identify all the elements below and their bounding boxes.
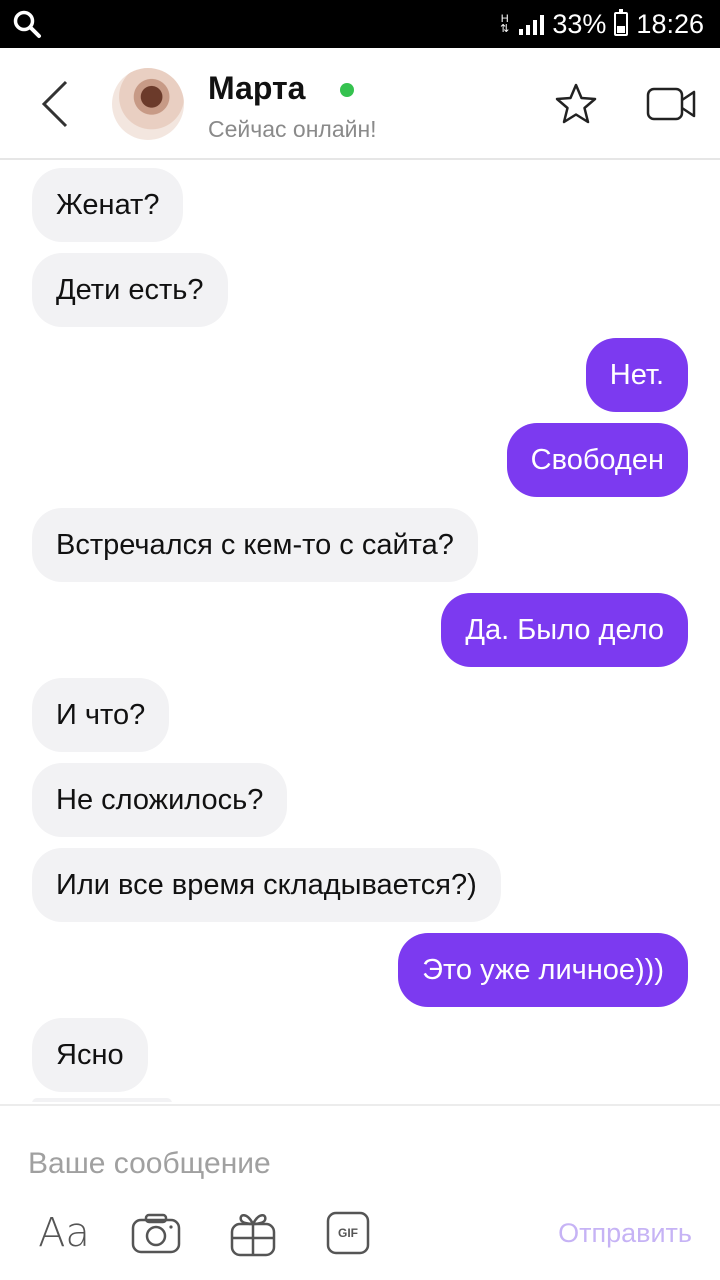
signal-icon — [519, 13, 545, 35]
contact-name[interactable]: Марта — [208, 70, 305, 107]
message-incoming-partial — [32, 1098, 172, 1102]
video-call-button[interactable] — [646, 86, 698, 122]
gif-label: GIF — [338, 1226, 358, 1240]
star-icon — [555, 83, 597, 124]
avatar[interactable] — [112, 68, 184, 140]
message-outgoing[interactable]: Свободен — [506, 423, 688, 497]
chevron-left-icon — [41, 80, 68, 128]
send-button[interactable]: Отправить — [558, 1218, 692, 1249]
message-incoming[interactable]: Встречался с кем-то с сайта? — [32, 508, 478, 582]
status-bar: H ⇅ 33% 18:26 — [0, 0, 720, 48]
message-incoming[interactable]: Не сложилось? — [32, 763, 288, 837]
contact-status: Сейчас онлайн! — [208, 116, 377, 142]
message-outgoing[interactable]: Да. Было дело — [441, 593, 688, 667]
camera-icon — [131, 1213, 181, 1254]
message-incoming[interactable]: И что? — [32, 678, 170, 752]
gif-button[interactable]: GIF — [326, 1208, 370, 1258]
search-icon — [13, 10, 41, 38]
online-indicator — [340, 83, 354, 97]
back-button[interactable] — [30, 74, 86, 134]
message-list[interactable]: Женат? Дети есть? Нет. Свободен Встречал… — [0, 162, 720, 1102]
gift-button[interactable] — [228, 1208, 278, 1258]
chat-header: Марта Сейчас онлайн! — [0, 48, 720, 160]
battery-percent: 33% — [552, 8, 607, 39]
gift-icon — [230, 1214, 276, 1257]
text-format-button[interactable]: Aa — [36, 1208, 92, 1258]
message-incoming[interactable]: Или все время складывается?) — [32, 848, 501, 922]
message-incoming[interactable]: Женат? — [32, 168, 184, 242]
favorite-button[interactable] — [552, 80, 600, 128]
video-camera-icon — [646, 87, 696, 121]
message-input[interactable] — [28, 1144, 668, 1184]
battery-icon — [614, 9, 629, 36]
message-composer: Aa GIF Отправить — [0, 1104, 720, 1280]
camera-button[interactable] — [130, 1208, 182, 1258]
message-outgoing[interactable]: Это уже личное))) — [398, 933, 688, 1007]
message-outgoing[interactable]: Нет. — [585, 338, 688, 412]
clock: 18:26 — [636, 8, 704, 39]
message-incoming[interactable]: Дети есть? — [32, 253, 228, 327]
message-incoming[interactable]: Ясно — [32, 1018, 148, 1092]
network-type-icon: H ⇅ — [500, 13, 510, 35]
